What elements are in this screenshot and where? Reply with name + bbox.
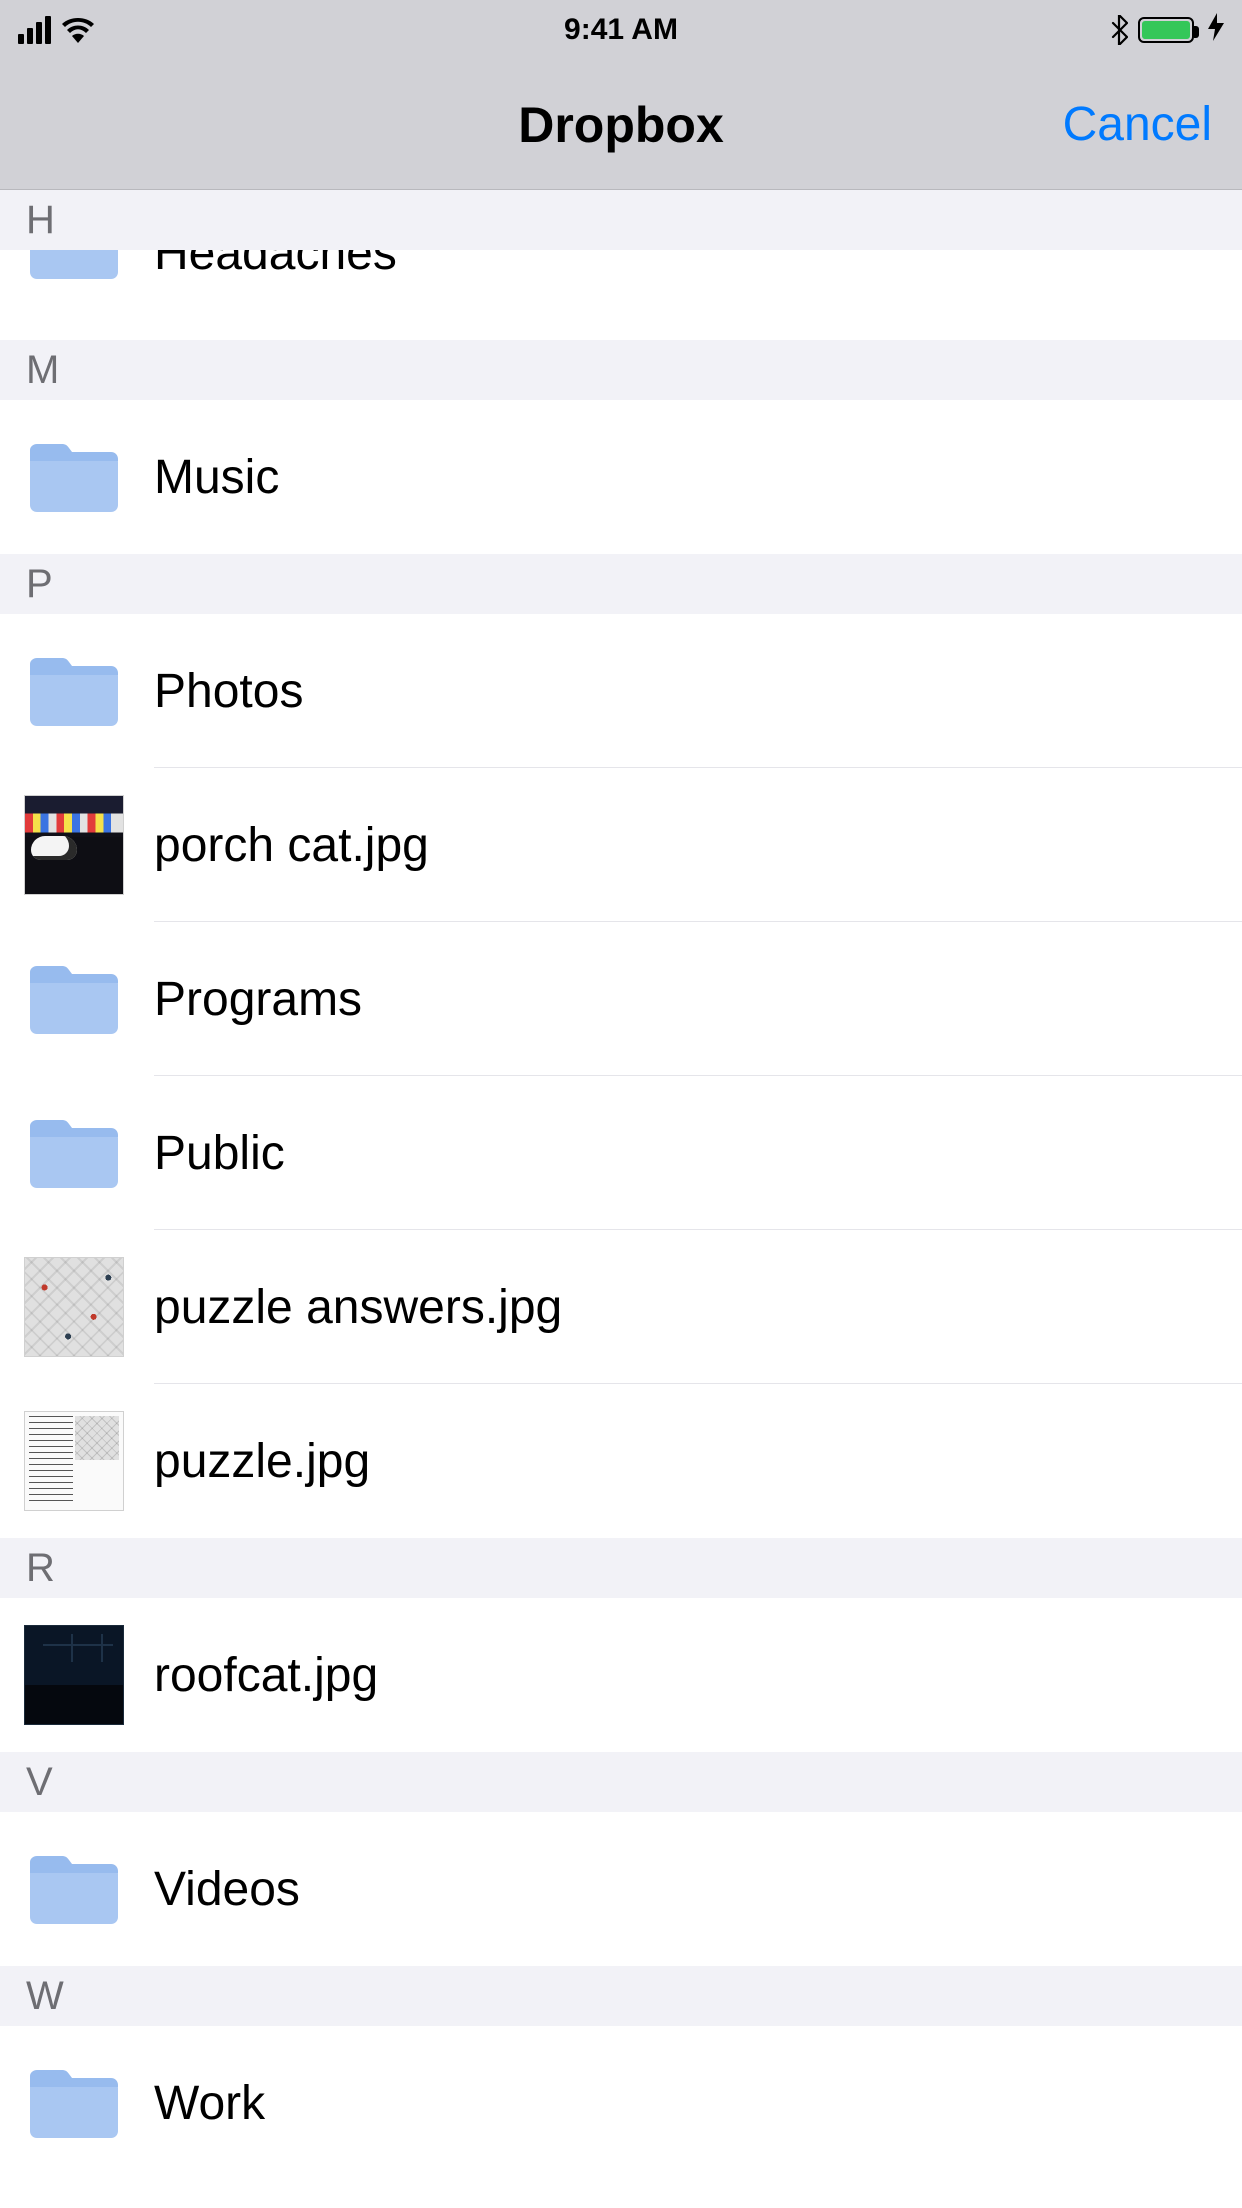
image-thumbnail — [24, 1411, 124, 1511]
section-header: W — [0, 1966, 1242, 2026]
bluetooth-icon — [1110, 15, 1128, 45]
folder-icon — [24, 2053, 124, 2153]
image-thumbnail — [24, 1257, 124, 1357]
navigation-bar: Dropbox Cancel — [0, 60, 1242, 190]
item-name: Programs — [154, 972, 362, 1027]
item-name: roofcat.jpg — [154, 1648, 378, 1703]
item-name: porch cat.jpg — [154, 818, 429, 873]
file-row[interactable]: puzzle.jpg — [0, 1384, 1242, 1538]
folder-icon — [24, 641, 124, 741]
folder-row[interactable]: Photos — [0, 614, 1242, 768]
folder-row[interactable]: Headaches — [0, 250, 1242, 340]
page-title: Dropbox — [518, 96, 724, 154]
image-thumbnail — [24, 795, 124, 895]
status-time: 9:41 AM — [0, 13, 1242, 47]
file-row[interactable]: porch cat.jpg — [0, 768, 1242, 922]
folder-row[interactable]: Videos — [0, 1812, 1242, 1966]
item-name: Photos — [154, 664, 303, 719]
wifi-icon — [61, 17, 95, 43]
file-row[interactable]: roofcat.jpg — [0, 1598, 1242, 1752]
section-header: P — [0, 554, 1242, 614]
item-name: Videos — [154, 1862, 300, 1917]
folder-row[interactable]: Programs — [0, 922, 1242, 1076]
section-header: R — [0, 1538, 1242, 1598]
item-name: Public — [154, 1126, 285, 1181]
folder-icon — [24, 250, 124, 294]
folder-row[interactable]: Work — [0, 2026, 1242, 2180]
folder-row[interactable]: Music — [0, 400, 1242, 554]
item-name: Work — [154, 2076, 265, 2131]
cellular-signal-icon — [18, 16, 51, 44]
item-name: Music — [154, 450, 279, 505]
file-row[interactable]: puzzle answers.jpg — [0, 1230, 1242, 1384]
folder-icon — [24, 427, 124, 527]
battery-icon — [1138, 17, 1194, 43]
section-header: M — [0, 340, 1242, 400]
image-thumbnail — [24, 1625, 124, 1725]
file-list[interactable]: H HeadachesM MusicP Photosporch cat.jpg … — [0, 190, 1242, 2180]
status-bar: 9:41 AM — [0, 0, 1242, 60]
folder-icon — [24, 1103, 124, 1203]
item-name: puzzle answers.jpg — [154, 1280, 562, 1335]
charging-icon — [1208, 13, 1224, 48]
section-header: H — [0, 190, 1242, 250]
folder-icon — [24, 949, 124, 1049]
folder-row[interactable]: Public — [0, 1076, 1242, 1230]
item-name: Headaches — [154, 250, 397, 281]
item-name: puzzle.jpg — [154, 1434, 370, 1489]
section-header: V — [0, 1752, 1242, 1812]
folder-icon — [24, 1839, 124, 1939]
cancel-button[interactable]: Cancel — [1063, 60, 1212, 189]
